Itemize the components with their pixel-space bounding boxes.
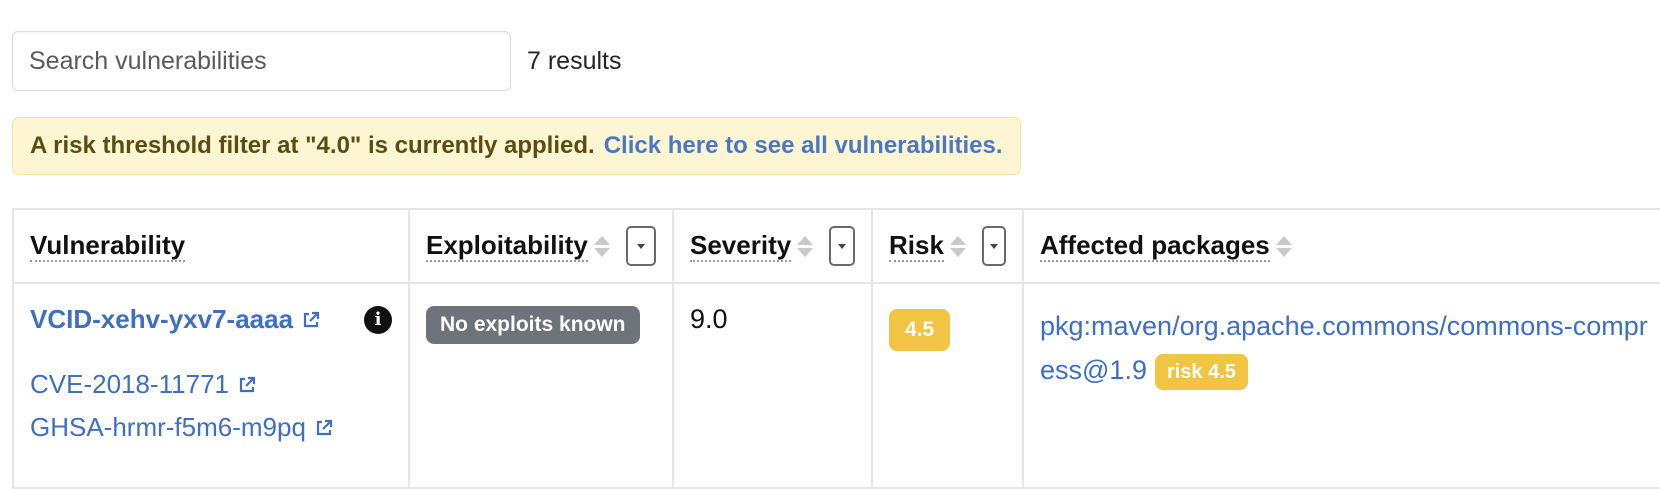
- risk-threshold-notice: A risk threshold filter at "4.0" is curr…: [12, 117, 1021, 175]
- severity-value: 9.0: [690, 304, 728, 334]
- exploitability-cell: No exploits known: [408, 282, 674, 489]
- exploitability-filter-button[interactable]: [625, 226, 656, 266]
- risk-badge: 4.5: [889, 309, 951, 351]
- alias-label: CVE-2018-11771: [30, 369, 229, 399]
- sort-icon[interactable]: [797, 235, 814, 257]
- header-exploitability-label[interactable]: Exploitability: [426, 230, 588, 262]
- search-input[interactable]: [12, 31, 511, 91]
- header-exploitability: Exploitability: [408, 208, 674, 284]
- table-header-row: Vulnerability Exploitability Severity Ri…: [12, 208, 1660, 284]
- vulnerability-cell: VCID-xehv-yxv7-aaaa i CVE-2018-11771 GHS…: [12, 282, 410, 489]
- external-link-icon: [316, 419, 333, 435]
- sort-icon[interactable]: [593, 235, 610, 257]
- external-link-icon: [303, 311, 320, 327]
- vcid-link[interactable]: VCID-xehv-yxv7-aaaa: [30, 304, 321, 335]
- package-risk-badge: risk 4.5: [1154, 353, 1248, 390]
- alias-list: CVE-2018-11771 GHSA-hrmr-f5m6-m9pq: [30, 363, 392, 449]
- notice-text: A risk threshold filter at "4.0" is curr…: [30, 132, 595, 159]
- header-vulnerability: Vulnerability: [12, 208, 410, 284]
- header-severity-label[interactable]: Severity: [690, 230, 792, 262]
- search-row: 7 results: [12, 31, 621, 91]
- risk-filter-button[interactable]: [981, 226, 1006, 266]
- header-severity: Severity: [672, 208, 873, 284]
- header-risk: Risk: [871, 208, 1024, 284]
- alias-link[interactable]: GHSA-hrmr-f5m6-m9pq: [30, 406, 392, 449]
- alias-link[interactable]: CVE-2018-11771: [30, 363, 392, 406]
- header-vulnerability-label: Vulnerability: [30, 230, 186, 262]
- alias-label: GHSA-hrmr-f5m6-m9pq: [30, 412, 306, 442]
- package-link[interactable]: pkg:maven/org.apache.commons/commons-com…: [1040, 311, 1648, 385]
- show-all-vulnerabilities-link[interactable]: Click here to see all vulnerabilities.: [604, 132, 1003, 160]
- chevron-down-icon: [636, 243, 645, 249]
- header-affected-packages-label[interactable]: Affected packages: [1040, 230, 1270, 262]
- sort-icon[interactable]: [949, 235, 966, 257]
- risk-cell: 4.5: [871, 282, 1024, 489]
- header-affected-packages: Affected packages: [1022, 208, 1660, 284]
- vulnerabilities-table: Vulnerability Exploitability Severity Ri…: [12, 208, 1660, 489]
- info-icon[interactable]: i: [364, 305, 392, 334]
- sort-icon[interactable]: [1275, 235, 1292, 257]
- external-link-icon: [239, 376, 256, 392]
- header-risk-label[interactable]: Risk: [889, 230, 944, 262]
- chevron-down-icon: [838, 243, 847, 249]
- exploitability-badge: No exploits known: [426, 306, 640, 344]
- severity-filter-button[interactable]: [829, 226, 855, 266]
- chevron-down-icon: [989, 243, 998, 249]
- table-row: VCID-xehv-yxv7-aaaa i CVE-2018-11771 GHS…: [12, 282, 1660, 489]
- severity-cell: 9.0: [672, 282, 873, 489]
- affected-packages-cell: pkg:maven/org.apache.commons/commons-com…: [1022, 282, 1660, 489]
- result-count: 7 results: [527, 46, 622, 75]
- vcid-label: VCID-xehv-yxv7-aaaa: [30, 304, 294, 334]
